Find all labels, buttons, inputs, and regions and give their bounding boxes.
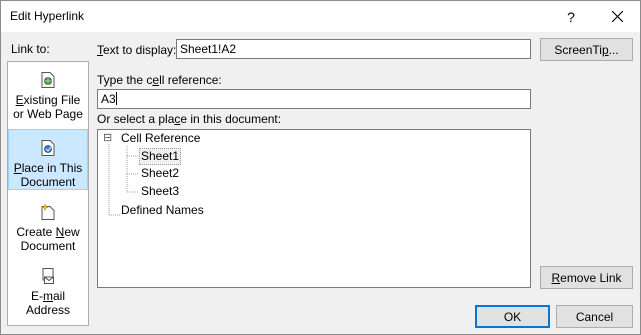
tree-node-sheet2[interactable]: Sheet2	[141, 166, 179, 181]
screentip-button[interactable]: ScreenTi p...	[540, 38, 633, 61]
remove-link-button[interactable]: Remove Link	[540, 266, 633, 289]
edit-hyperlink-dialog: Edit Hyperlink ? Link to: Existing File …	[0, 0, 641, 335]
sidebar-item-label: Document	[20, 239, 76, 253]
text-to-display-label: Text to display:	[97, 43, 177, 57]
ok-button[interactable]: OK	[475, 305, 550, 328]
tree-node-cell-reference[interactable]: Cell Reference	[121, 131, 200, 146]
help-button[interactable]: ?	[548, 1, 594, 32]
tree-node-defined-names[interactable]: Defined Names	[121, 203, 204, 218]
tree-expander-icon[interactable]: ⊟	[103, 131, 112, 146]
email-icon	[42, 268, 54, 284]
cancel-button[interactable]: Cancel	[556, 305, 633, 328]
document-place-icon	[41, 140, 55, 156]
sidebar-item-place-in-document[interactable]: Place in This Document	[8, 129, 88, 190]
tree-node-sheet1[interactable]: Sheet1	[139, 148, 182, 165]
close-button[interactable]	[594, 1, 640, 32]
cell-reference-label: Type the cell reference:	[97, 73, 222, 87]
sidebar-item-label: Address	[25, 303, 71, 317]
text-to-display-input[interactable]: Sheet1!A2	[176, 39, 531, 59]
close-icon	[611, 11, 623, 22]
sidebar-item-label: Document	[20, 175, 76, 189]
place-tree[interactable]: ⊟ Cell Reference Sheet1 Sheet2 Sheet3 De…	[97, 129, 531, 288]
document-globe-icon	[41, 72, 55, 88]
place-select-label: Or select a place in this document:	[97, 112, 282, 126]
link-to-label: Link to:	[11, 42, 50, 56]
sidebar-item-label: or Web Page	[13, 107, 83, 121]
tree-node-sheet3[interactable]: Sheet3	[141, 184, 179, 199]
dialog-title: Edit Hyperlink	[10, 9, 85, 23]
sidebar-item-create-new[interactable]: Create New Document	[8, 203, 88, 253]
new-document-icon	[40, 203, 55, 220]
sidebar-item-email[interactable]: E-mail Address	[8, 268, 88, 317]
title-bar: Edit Hyperlink ?	[1, 1, 640, 32]
sidebar-item-existing-file[interactable]: Existing File or Web Page	[8, 72, 88, 121]
link-to-sidebar: Existing File or Web Page Place in This …	[7, 61, 89, 326]
cell-reference-input[interactable]: A3	[97, 89, 531, 109]
